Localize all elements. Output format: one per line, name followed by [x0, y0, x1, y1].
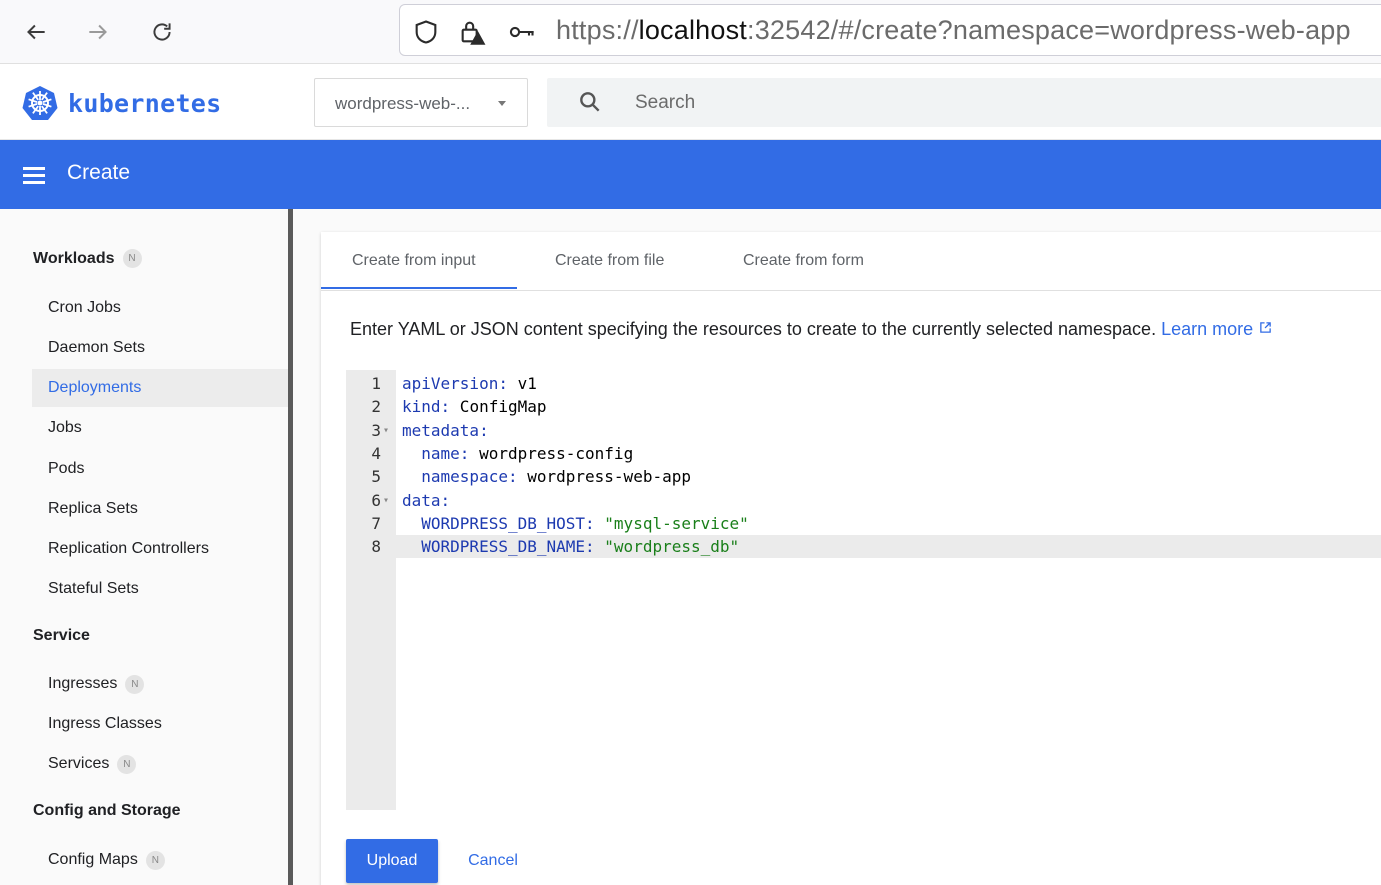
- sidebar-item-jobs[interactable]: Jobs: [32, 409, 288, 447]
- yaml-key: kind:: [402, 397, 451, 417]
- sidebar-item-services[interactable]: Services N: [32, 745, 288, 783]
- namespaced-badge: N: [145, 850, 165, 870]
- sidebar-section-config-and-storage[interactable]: Config and Storage: [33, 802, 181, 820]
- code-text: data:: [402, 489, 450, 512]
- caret-down-icon: [498, 101, 506, 106]
- create-card: Create from input Create from file Creat…: [321, 232, 1381, 885]
- sidebar-item-stateful-sets[interactable]: Stateful Sets: [32, 570, 288, 608]
- yaml-value: ConfigMap: [450, 397, 547, 417]
- code-line[interactable]: 5 namespace: wordpress-web-app: [346, 465, 1381, 488]
- sidebar-section-workloads[interactable]: Workloads N: [33, 249, 142, 268]
- code-text: kind: ConfigMap: [402, 395, 547, 418]
- line-number: 3: [371, 420, 381, 440]
- code-line[interactable]: 3 ▾ metadata:: [346, 419, 1381, 442]
- fold-toggle-icon[interactable]: ▾: [383, 489, 389, 512]
- lock-warning-icon[interactable]: [458, 18, 486, 46]
- namespace-selector[interactable]: wordpress-web-...: [314, 78, 528, 127]
- url-text[interactable]: https://localhost:32542/#/create?namespa…: [556, 15, 1351, 46]
- yaml-key: metadata:: [402, 420, 489, 440]
- cancel-button[interactable]: Cancel: [457, 839, 529, 883]
- kubernetes-logo-icon[interactable]: [22, 85, 58, 121]
- sidebar-item-deployments[interactable]: Deployments: [32, 369, 288, 407]
- sidebar: Workloads N Cron Jobs Daemon Sets Deploy…: [0, 209, 288, 885]
- yaml-key: apiVersion:: [402, 374, 508, 393]
- namespaced-badge: N: [122, 249, 142, 268]
- yaml-value: wordpress-config: [469, 443, 634, 463]
- address-bar[interactable]: https://localhost:32542/#/create?namespa…: [399, 4, 1381, 56]
- sidebar-item-cron-jobs[interactable]: Cron Jobs: [32, 289, 288, 327]
- learn-more-link[interactable]: Learn more: [1161, 319, 1272, 339]
- namespace-value: wordpress-web-...: [335, 94, 471, 113]
- line-number: 4: [371, 443, 381, 463]
- search-bar[interactable]: [547, 78, 1381, 127]
- code-line[interactable]: 2 kind: ConfigMap: [346, 395, 1381, 418]
- code-text: metadata:: [402, 419, 489, 442]
- yaml-value: v1: [507, 374, 537, 393]
- line-number: 7: [371, 513, 381, 533]
- shield-icon[interactable]: [412, 18, 440, 46]
- sidebar-item-ingress-classes[interactable]: Ingress Classes: [32, 705, 288, 743]
- code-line[interactable]: 4 name: wordpress-config: [346, 442, 1381, 465]
- search-icon: [580, 92, 600, 112]
- yaml-string-value: "wordpress_db": [594, 537, 740, 557]
- sidebar-item-daemon-sets[interactable]: Daemon Sets: [32, 329, 288, 367]
- brand-title[interactable]: kubernetes: [68, 89, 222, 118]
- yaml-editor[interactable]: 1 apiVersion: v1 2 kind: ConfigMap 3 ▾ metadat…: [346, 370, 1381, 810]
- create-description: Enter YAML or JSON content specifying th…: [350, 319, 1272, 340]
- code-line[interactable]: 8 WORDPRESS_DB_NAME: "wordpress_db": [346, 535, 1381, 559]
- page-title: Create: [67, 161, 131, 184]
- code-text: WORDPRESS_DB_NAME: "wordpress_db": [402, 535, 739, 558]
- line-number: 6: [371, 490, 381, 510]
- upload-button[interactable]: Upload: [346, 839, 438, 883]
- yaml-key: WORDPRESS_DB_NAME:: [402, 537, 595, 557]
- fold-toggle-icon[interactable]: ▾: [383, 419, 389, 442]
- key-icon[interactable]: [508, 18, 536, 46]
- hamburger-menu-icon[interactable]: [21, 163, 47, 187]
- reload-icon[interactable]: [144, 14, 180, 50]
- line-number: 5: [371, 467, 381, 487]
- line-number: 2: [371, 397, 381, 417]
- code-line[interactable]: 6 ▾ data:: [346, 489, 1381, 512]
- tab-create-from-form[interactable]: Create from form: [743, 252, 864, 270]
- yaml-string-value: "mysql-service": [594, 513, 749, 533]
- sidebar-item-ingresses[interactable]: Ingresses N: [32, 665, 288, 703]
- namespaced-badge: N: [117, 754, 137, 774]
- app-header: kubernetes wordpress-web-...: [0, 64, 1381, 140]
- code-line[interactable]: 1 apiVersion: v1: [346, 372, 1381, 395]
- sidebar-item-replication-controllers[interactable]: Replication Controllers: [32, 530, 288, 568]
- sidebar-item-replica-sets[interactable]: Replica Sets: [32, 490, 288, 528]
- back-arrow-icon[interactable]: [18, 14, 54, 50]
- sidebar-item-config-maps[interactable]: Config Maps N: [32, 841, 288, 879]
- yaml-key: name:: [402, 443, 470, 463]
- line-number: 1: [371, 374, 381, 393]
- external-link-icon: [1260, 322, 1271, 333]
- yaml-key: WORDPRESS_DB_HOST:: [402, 513, 595, 533]
- active-tab-indicator: [321, 287, 517, 289]
- browser-toolbar: https://localhost:32542/#/create?namespa…: [0, 0, 1381, 64]
- yaml-value: wordpress-web-app: [517, 467, 691, 487]
- sidebar-item-pods[interactable]: Pods: [32, 450, 288, 488]
- code-text: namespace: wordpress-web-app: [402, 465, 691, 488]
- forward-arrow-icon[interactable]: [80, 14, 116, 50]
- line-number: 8: [371, 537, 381, 557]
- search-input[interactable]: [635, 88, 1235, 118]
- sidebar-section-service[interactable]: Service: [33, 627, 90, 645]
- yaml-key: data:: [402, 490, 451, 510]
- tab-create-from-file[interactable]: Create from file: [555, 252, 664, 270]
- code-text: WORDPRESS_DB_HOST: "mysql-service": [402, 512, 749, 535]
- yaml-key: namespace:: [402, 467, 518, 487]
- code-text: apiVersion: v1: [402, 372, 537, 395]
- create-tabs: Create from input Create from file Creat…: [321, 232, 1381, 291]
- code-text: name: wordpress-config: [402, 442, 633, 465]
- page-toolbar: Create: [0, 140, 1381, 209]
- code-line[interactable]: 7 WORDPRESS_DB_HOST: "mysql-service": [346, 512, 1381, 535]
- namespaced-badge: N: [125, 674, 145, 694]
- tab-create-from-input[interactable]: Create from input: [352, 252, 476, 270]
